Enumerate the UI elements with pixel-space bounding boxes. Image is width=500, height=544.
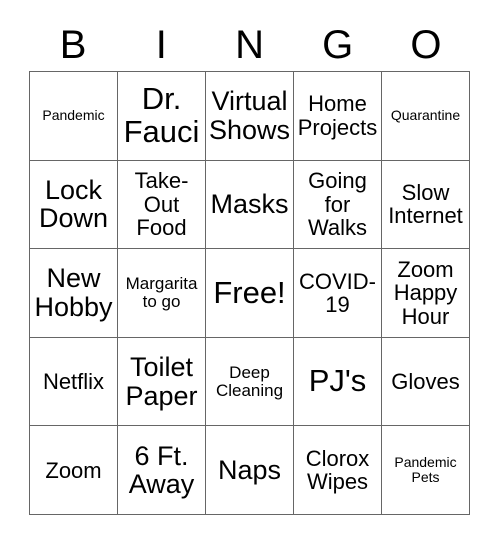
bingo-cell-label: Take- Out Food xyxy=(134,168,189,241)
bingo-cell-free-space[interactable]: Free! xyxy=(206,249,294,338)
bingo-cell-label: Netflix xyxy=(42,368,105,394)
bingo-cell-o5[interactable]: Pandemic Pets xyxy=(382,426,470,515)
bingo-cell-b2[interactable]: Lock Down xyxy=(30,160,118,250)
bingo-cell-n5[interactable]: Naps xyxy=(206,426,294,515)
bingo-cell-n2[interactable]: Masks xyxy=(206,160,294,250)
bingo-cell-label: New Hobby xyxy=(34,263,113,322)
bingo-header-letter-n: N xyxy=(235,22,264,67)
bingo-cell-g1[interactable]: Home Projects xyxy=(294,72,382,161)
bingo-cell-i4[interactable]: Toilet Paper xyxy=(118,337,206,427)
bingo-header-row: B I N G O xyxy=(29,18,470,71)
bingo-header-letter-o: O xyxy=(410,22,442,67)
bingo-cell-b3[interactable]: New Hobby xyxy=(30,249,118,338)
bingo-cell-g4[interactable]: PJ's xyxy=(294,337,382,427)
bingo-cell-label: Clorox Wipes xyxy=(305,445,370,495)
bingo-cell-label: Pandemic Pets xyxy=(394,454,457,486)
bingo-cell-i5[interactable]: 6 Ft. Away xyxy=(118,426,206,515)
bingo-cell-o3[interactable]: Zoom Happy Hour xyxy=(382,249,470,338)
bingo-cell-label: PJ's xyxy=(308,363,367,399)
bingo-cell-n1[interactable]: Virtual Shows xyxy=(206,72,294,161)
bingo-cell-g2[interactable]: Going for Walks xyxy=(294,160,382,250)
bingo-cell-label: Masks xyxy=(210,189,289,220)
bingo-cell-label: Quarantine xyxy=(390,107,461,124)
bingo-cell-label: Dr. Fauci xyxy=(123,80,200,149)
bingo-cell-g3[interactable]: COVID- 19 xyxy=(294,249,382,338)
bingo-cell-o2[interactable]: Slow Internet xyxy=(382,160,470,250)
bingo-cell-o1[interactable]: Quarantine xyxy=(382,72,470,161)
bingo-cell-label: Toilet Paper xyxy=(125,351,198,411)
bingo-header-letter-g: G xyxy=(322,22,354,67)
bingo-cell-label: Gloves xyxy=(391,368,460,394)
bingo-cell-n4[interactable]: Deep Cleaning xyxy=(206,337,294,427)
bingo-cell-label: Pandemic xyxy=(42,107,105,124)
bingo-cell-label: Going for Walks xyxy=(307,168,368,241)
bingo-cell-label: Slow Internet xyxy=(388,180,463,229)
bingo-cell-label: Home Projects xyxy=(297,91,378,140)
bingo-cell-label: COVID- 19 xyxy=(299,268,376,317)
bingo-cell-label: Virtual Shows xyxy=(209,86,291,145)
bingo-cell-b4[interactable]: Netflix xyxy=(30,337,118,427)
bingo-cell-b1[interactable]: Pandemic xyxy=(30,72,118,161)
bingo-cell-i3[interactable]: Margarita to go xyxy=(118,249,206,338)
bingo-cell-label: 6 Ft. Away xyxy=(128,440,195,500)
bingo-header-letter-b: B xyxy=(59,22,87,67)
bingo-cell-b5[interactable]: Zoom xyxy=(30,426,118,515)
bingo-card: B I N G O Pandemic Dr. Fauci Virtual Sho… xyxy=(0,0,500,544)
bingo-cell-label: Zoom xyxy=(45,457,102,483)
bingo-grid: Pandemic Dr. Fauci Virtual Shows Home Pr… xyxy=(29,71,470,515)
bingo-cell-label: Lock Down xyxy=(38,174,109,234)
bingo-cell-label: Free! xyxy=(213,274,286,310)
bingo-header-letter-i: I xyxy=(155,22,167,67)
bingo-cell-label: Zoom Happy Hour xyxy=(393,257,458,329)
bingo-cell-label: Margarita to go xyxy=(125,273,198,311)
bingo-cell-i1[interactable]: Dr. Fauci xyxy=(118,72,206,161)
bingo-cell-label: Naps xyxy=(217,454,282,485)
bingo-cell-o4[interactable]: Gloves xyxy=(382,337,470,427)
bingo-cell-g5[interactable]: Clorox Wipes xyxy=(294,426,382,515)
bingo-cell-label: Deep Cleaning xyxy=(215,362,284,400)
bingo-cell-i2[interactable]: Take- Out Food xyxy=(118,160,206,250)
